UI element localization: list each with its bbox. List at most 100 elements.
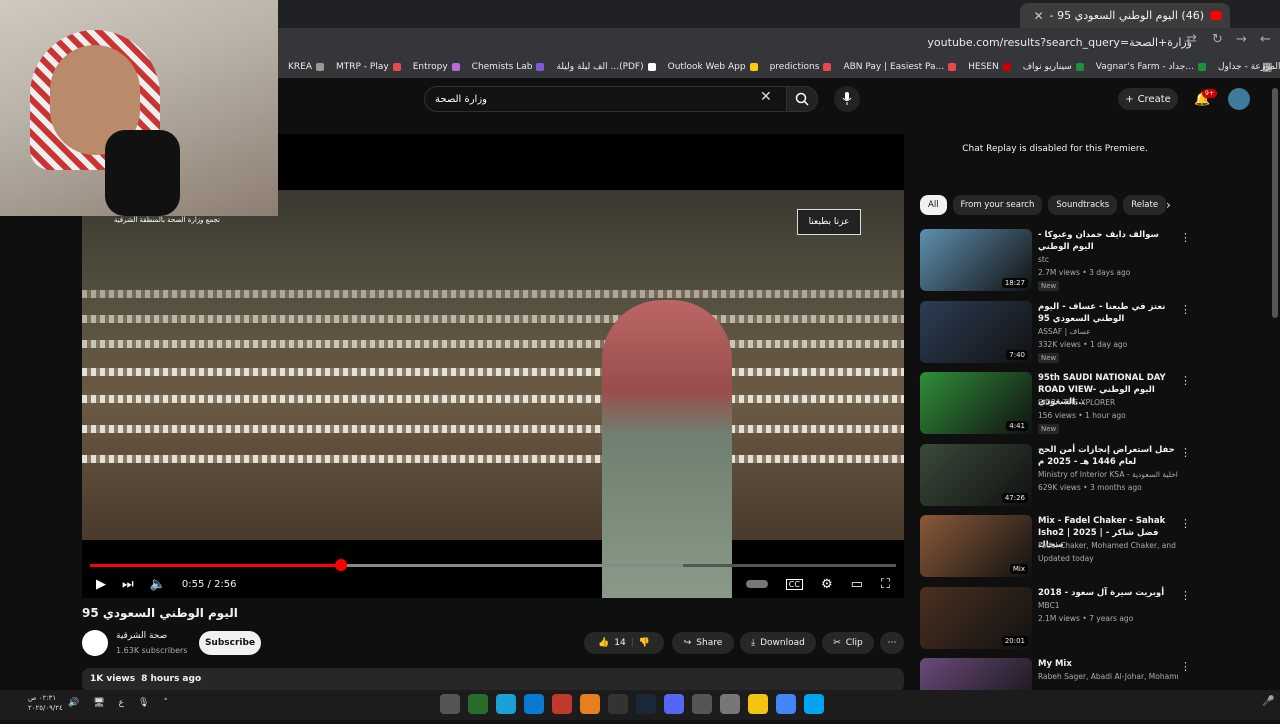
next-icon[interactable]: ⏭: [122, 577, 134, 592]
search-button[interactable]: [786, 86, 818, 112]
more-options-icon[interactable]: ⋮: [1180, 303, 1191, 316]
address-bar[interactable]: youtube.com/results?search_query=وزارة+ا…: [278, 32, 1198, 52]
bookmark-item[interactable]: predictions: [770, 62, 832, 72]
bookmark-item[interactable]: Chemists Lab: [472, 62, 545, 72]
apps-grid-icon[interactable]: ▦: [1262, 60, 1272, 73]
voice-search-button[interactable]: [834, 86, 860, 112]
taskbar-app-icon[interactable]: [524, 694, 544, 714]
related-video-channel[interactable]: stc: [1038, 255, 1178, 264]
more-actions-button[interactable]: ⋯: [880, 632, 904, 654]
taskbar-app-icon[interactable]: [748, 694, 768, 714]
clip-button[interactable]: ✂ Clip: [822, 632, 874, 654]
create-button[interactable]: + Create: [1118, 88, 1178, 110]
taskbar-app-icon[interactable]: [804, 694, 824, 714]
related-video-title[interactable]: أوبريت سيرة آل سعود - 2018: [1038, 587, 1176, 599]
close-tab-icon[interactable]: ✕: [1034, 9, 1044, 23]
search-input[interactable]: وزارة الصحة: [424, 86, 788, 112]
chevron-up-icon[interactable]: ˄: [163, 698, 168, 708]
video-thumbnail[interactable]: 47:26: [920, 443, 1032, 506]
bookmark-item[interactable]: ABN Pay | Easiest Pa...: [843, 62, 957, 72]
bookmark-item[interactable]: سيناريو نواف: [1023, 62, 1084, 72]
clear-search-icon[interactable]: ✕: [760, 89, 772, 105]
video-thumbnail[interactable]: 20:01: [920, 586, 1032, 649]
download-button[interactable]: ⤓ Download: [740, 632, 816, 654]
microphone-tray-icon[interactable]: 🎙: [138, 698, 149, 708]
taskbar-app-icon[interactable]: [496, 694, 516, 714]
related-video-title[interactable]: حفل استعراض إنجازات أمن الحج لعام 1446 ه…: [1038, 444, 1176, 468]
related-video-item[interactable]: 4:41 95th SAUDI NATIONAL DAY ROAD VIEW- ا…: [920, 372, 1191, 438]
related-video-item[interactable]: 47:26 حفل استعراض إنجازات أمن الحج لعام 1…: [920, 443, 1191, 510]
filter-chip[interactable]: All: [920, 195, 947, 215]
taskbar-app-icon[interactable]: [720, 694, 740, 714]
filter-chip[interactable]: Soundtracks: [1048, 195, 1118, 215]
filter-chip[interactable]: From your search: [952, 195, 1043, 215]
taskbar-app-icon[interactable]: [608, 694, 628, 714]
progress-bar[interactable]: [90, 564, 896, 567]
page-scrollbar[interactable]: [1272, 88, 1278, 318]
description-box[interactable]: 1K views 8 hours ago: [82, 668, 904, 692]
related-video-item[interactable]: Mix Mix - Fadel Chaker - Sahak Isho2 | 20…: [920, 515, 1191, 581]
taskbar-app-icon[interactable]: [692, 694, 712, 714]
bookmark-item[interactable]: Vagnar's Farm - جداد...: [1096, 62, 1206, 72]
volume-icon[interactable]: 🔈: [150, 577, 166, 592]
related-video-channel[interactable]: Fadel Chaker, Mohamed Chaker, and more: [1038, 541, 1178, 550]
taskbar-app-icon[interactable]: [776, 694, 796, 714]
taskbar-app-icon[interactable]: [580, 694, 600, 714]
bookmark-item[interactable]: HESEN: [968, 62, 1011, 72]
tray-microphone-icon[interactable]: 🎤: [1262, 696, 1274, 707]
more-options-icon[interactable]: ⋮: [1180, 231, 1191, 244]
more-options-icon[interactable]: ⋮: [1180, 589, 1191, 602]
forward-icon[interactable]: →: [1236, 32, 1247, 47]
bookmark-item[interactable]: MTRP - Play: [336, 62, 401, 72]
subscribe-button[interactable]: Subscribe: [199, 631, 261, 655]
theater-mode-icon[interactable]: ▭: [851, 577, 863, 592]
autoplay-toggle[interactable]: [745, 580, 768, 588]
share-button[interactable]: ↪ Share: [672, 632, 734, 654]
video-thumbnail[interactable]: Mix: [920, 515, 1032, 577]
chevron-right-icon[interactable]: ›: [1166, 198, 1171, 212]
related-video-item[interactable]: 20:01 أوبريت سيرة آل سعود - 2018 MBC1 2.1M …: [920, 586, 1191, 653]
play-icon[interactable]: ▶: [96, 577, 106, 592]
related-video-channel[interactable]: MBC1: [1038, 601, 1178, 610]
related-video-item[interactable]: 18:27 سوالف دايف حمدان وعبوكا - اليوم الو…: [920, 229, 1191, 295]
filter-chip[interactable]: Relate: [1123, 195, 1167, 215]
channel-avatar[interactable]: [82, 630, 108, 656]
related-video-item[interactable]: 7:40 نعتز في طبعنا - عساف - اليوم الوطني …: [920, 300, 1191, 367]
reload-icon[interactable]: ↻: [1212, 32, 1223, 47]
bookmark-item[interactable]: Entropy: [413, 62, 460, 72]
more-options-icon[interactable]: ⋮: [1180, 660, 1191, 673]
video-thumbnail[interactable]: 4:41: [920, 372, 1032, 434]
related-video-title[interactable]: سوالف دايف حمدان وعبوكا - اليوم الوطني: [1038, 229, 1176, 253]
translate-icon[interactable]: ⇄: [1186, 32, 1197, 47]
like-icon[interactable]: 👍: [598, 638, 609, 648]
related-video-channel[interactable]: Ministry of Interior KSA - وزارة الداخلي…: [1038, 470, 1178, 479]
fullscreen-icon[interactable]: ⛶: [881, 577, 890, 592]
related-video-channel[interactable]: SIDRA THE XPLORER: [1038, 398, 1178, 407]
language-indicator[interactable]: ع: [119, 698, 124, 708]
like-count[interactable]: 14: [614, 638, 625, 648]
browser-tab[interactable]: (46) اليوم الوطني السعودي 95 - ✕: [1020, 3, 1230, 28]
taskbar-app-icon[interactable]: [440, 694, 460, 714]
more-options-icon[interactable]: ⋮: [1180, 517, 1191, 530]
taskbar-app-icon[interactable]: [636, 694, 656, 714]
network-icon[interactable]: 🖥: [93, 698, 104, 708]
taskbar-app-icon[interactable]: [664, 694, 684, 714]
bookmark-item[interactable]: Outlook Web App: [668, 62, 758, 72]
more-options-icon[interactable]: ⋮: [1180, 446, 1191, 459]
related-video-title[interactable]: My Mix: [1038, 658, 1176, 670]
taskbar-app-icon[interactable]: [468, 694, 488, 714]
account-avatar[interactable]: [1228, 88, 1250, 110]
captions-icon[interactable]: CC: [785, 578, 803, 590]
video-thumbnail[interactable]: 18:27: [920, 229, 1032, 291]
speaker-icon[interactable]: 🔊: [68, 698, 79, 708]
back-icon[interactable]: ←: [1260, 32, 1271, 47]
channel-name[interactable]: صحة الشرقية: [116, 631, 167, 641]
settings-gear-icon[interactable]: ⚙: [821, 577, 833, 592]
taskbar-clock[interactable]: ٠٢:٣١ ص ٢٠٢٥/٠٩/٢٤: [28, 693, 63, 713]
related-video-channel[interactable]: ASSAF | عساف: [1038, 327, 1178, 336]
bookmark-item[interactable]: KREA: [288, 62, 324, 72]
related-video-channel[interactable]: Rabeh Sager, Abadi Al-Johar, Mohamme...: [1038, 672, 1178, 681]
more-options-icon[interactable]: ⋮: [1180, 374, 1191, 387]
taskbar-app-icon[interactable]: [552, 694, 572, 714]
bookmark-item[interactable]: الف ليلة وليلة ...(PDF): [556, 62, 656, 72]
